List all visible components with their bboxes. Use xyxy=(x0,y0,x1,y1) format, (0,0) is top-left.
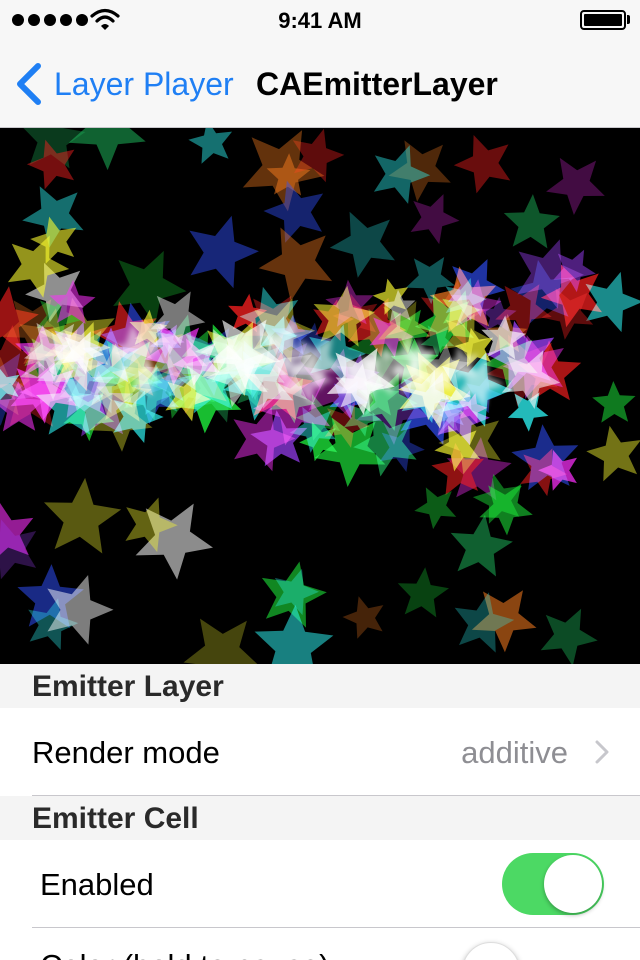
back-button[interactable]: Layer Player xyxy=(14,62,234,106)
render-mode-row[interactable]: Render mode additive xyxy=(0,708,640,796)
chevron-right-icon xyxy=(595,740,609,764)
page-title: CAEmitterLayer xyxy=(256,66,498,102)
particle-star xyxy=(254,604,334,664)
particle-star xyxy=(410,194,460,245)
enabled-row: Enabled xyxy=(0,840,640,928)
particle-star xyxy=(68,128,146,171)
enabled-toggle[interactable] xyxy=(502,853,604,915)
color-row-label: Color (hold to pause) xyxy=(40,948,330,960)
section-title: Emitter Cell xyxy=(32,802,199,835)
status-time: 9:41 AM xyxy=(278,8,362,33)
particle-star xyxy=(258,227,333,302)
particle-star xyxy=(263,180,324,243)
section-header-emitter-cell: Emitter Cell xyxy=(0,796,640,840)
particle-star xyxy=(540,608,598,664)
particle-star xyxy=(503,194,560,249)
particle-star xyxy=(397,567,449,618)
section-title: Emitter Layer xyxy=(32,670,224,703)
back-button-label: Layer Player xyxy=(54,65,234,102)
particle-star xyxy=(592,381,636,423)
color-row: Color (hold to pause) xyxy=(0,928,640,960)
particle-star xyxy=(414,487,457,530)
section-header-emitter-layer: Emitter Layer xyxy=(0,664,640,708)
particle-star xyxy=(546,157,605,215)
particle-star xyxy=(586,425,640,482)
render-mode-value: additive xyxy=(461,735,568,770)
particle-star xyxy=(329,211,395,278)
particle-star xyxy=(453,135,511,194)
particle-star xyxy=(189,215,259,289)
battery-icon xyxy=(580,10,626,30)
render-mode-label: Render mode xyxy=(32,735,220,770)
particle-star xyxy=(342,596,384,639)
enabled-label: Enabled xyxy=(40,867,154,902)
chevron-left-icon xyxy=(17,63,41,105)
particle-star xyxy=(188,128,233,164)
particle-star xyxy=(183,618,258,664)
emitter-preview[interactable] xyxy=(0,128,640,664)
status-bar: 9:41 AM xyxy=(0,0,640,40)
toggle-knob xyxy=(544,855,602,913)
navigation-bar: Layer Player CAEmitterLayer xyxy=(0,40,640,128)
particle-star xyxy=(44,477,122,554)
